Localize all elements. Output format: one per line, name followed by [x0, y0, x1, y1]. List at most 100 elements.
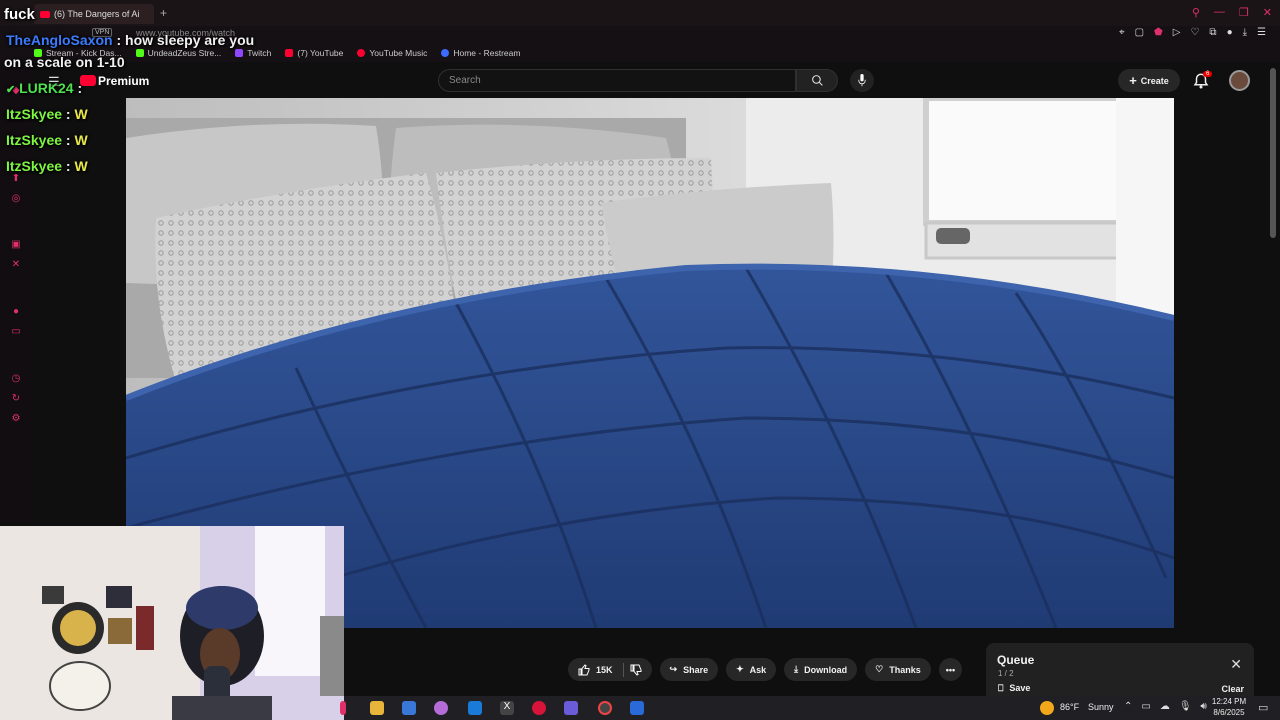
system-tray: ⌃ ▭ ☁ 🎙︎ 🔊︎	[1124, 701, 1207, 712]
taskbar-app-icon[interactable]	[340, 701, 346, 715]
voice-search-button[interactable]	[850, 69, 874, 92]
like-button[interactable]: 15K	[568, 658, 652, 681]
bookmark-favicon-icon	[441, 49, 450, 57]
bookmark-item[interactable]: (7) YouTube	[285, 48, 343, 58]
sparkle-icon: ✦	[736, 664, 744, 674]
queue-position: 1 / 2	[998, 669, 1014, 678]
youtube-logo-icon[interactable]	[80, 75, 96, 86]
restore-icon[interactable]: ❐	[1239, 6, 1249, 19]
clock-date[interactable]: 8/6/2025	[1204, 708, 1254, 717]
thanks-button[interactable]: ♡ Thanks	[865, 658, 931, 681]
create-button[interactable]: + Create	[1118, 69, 1180, 92]
more-icon: •••	[945, 664, 956, 675]
profile-icon[interactable]: ●	[1227, 27, 1233, 38]
close-queue-icon[interactable]: ✕	[1230, 656, 1242, 673]
microphone-icon	[858, 74, 866, 87]
like-count: 15K	[596, 664, 613, 675]
outlook-icon[interactable]	[468, 701, 482, 715]
chat-username: ItzSkyee	[6, 132, 63, 148]
thumbs-down-icon[interactable]	[630, 664, 642, 676]
minimize-icon[interactable]: —	[1214, 6, 1225, 19]
chat-message: ItzSkyee : W	[6, 158, 88, 174]
chevron-up-icon[interactable]: ⌃	[1124, 701, 1132, 712]
download-button[interactable]: ⤓ Download	[784, 658, 858, 681]
chat-username: ItzSkyee	[6, 106, 63, 122]
chat-emote: W	[74, 132, 88, 148]
notification-center-icon[interactable]: ▭	[1258, 701, 1268, 714]
ask-button[interactable]: ✦ Ask	[726, 658, 777, 681]
search-button[interactable]	[796, 69, 838, 92]
sidebar-window-icon[interactable]: ▭	[11, 327, 21, 337]
sidebar-sync-icon[interactable]: ↻	[11, 394, 21, 404]
onedrive-icon[interactable]: ☁	[1160, 701, 1170, 712]
new-tab-icon[interactable]: +	[160, 6, 167, 20]
app-icon[interactable]	[434, 701, 448, 715]
chat-username: TheAngloSaxon	[6, 32, 113, 48]
bookmark-item[interactable]: Twitch	[235, 48, 271, 58]
avatar[interactable]	[1229, 70, 1250, 91]
heart-icon[interactable]: ♡	[1190, 27, 1199, 38]
sidebar-twitch-icon[interactable]: ▣	[11, 240, 21, 250]
sidebar-history-icon[interactable]: ◷	[11, 374, 21, 384]
sun-weather-icon	[1040, 701, 1054, 715]
extensions-icon[interactable]: ⧉	[1209, 27, 1216, 38]
notification-count-badge: 6	[1203, 71, 1213, 77]
webcam-feed-image	[0, 526, 344, 720]
sidebar-record-icon[interactable]: ●	[11, 307, 21, 317]
file-explorer-icon[interactable]	[370, 701, 384, 715]
shield-icon[interactable]: ⬟	[1154, 27, 1163, 38]
sidebar-arrow-icon[interactable]: ⬆	[11, 174, 21, 184]
window-app-icon[interactable]	[630, 701, 644, 715]
opera-icon[interactable]	[532, 701, 546, 715]
discord-icon[interactable]	[564, 701, 578, 715]
bookmark-item[interactable]: UndeadZeus Stre...	[135, 48, 221, 58]
download-icon[interactable]: ⤓	[1243, 27, 1247, 38]
browser-tab[interactable]: (6) The Dangers of Ai	[34, 4, 154, 24]
x-app-icon[interactable]: X	[500, 701, 514, 715]
pin-icon[interactable]: ⌖	[1119, 27, 1125, 38]
page-scrollbar[interactable]	[1270, 68, 1276, 238]
chat-emote: W	[74, 106, 88, 122]
chat-username: ItzSkyee	[6, 158, 63, 174]
bookmark-favicon-icon	[235, 49, 244, 57]
search-icon	[811, 75, 823, 86]
bookmark-favicon-icon	[357, 49, 366, 57]
share-button[interactable]: ↪ Share	[659, 658, 719, 681]
more-actions-button[interactable]: •••	[938, 658, 963, 681]
mic-icon[interactable]: 🎙︎	[1179, 701, 1192, 712]
webcam-overlay	[0, 526, 344, 720]
chat-emote: W	[74, 158, 88, 174]
clock-time[interactable]: 12:24 PM	[1204, 697, 1254, 706]
close-window-icon[interactable]: ✕	[1263, 6, 1272, 19]
search-tabs-icon[interactable]: ⚲	[1192, 6, 1200, 19]
bookmark-item[interactable]: YouTube Music	[357, 48, 427, 58]
clear-queue-button[interactable]: Clear	[1221, 684, 1244, 694]
bookmark-item[interactable]: Home - Restream	[441, 48, 520, 58]
sidebar-x-icon[interactable]: ✕	[11, 260, 21, 270]
overlay-corner-text: fuck	[4, 6, 35, 23]
youtube-favicon-icon	[40, 10, 50, 18]
chat-message: ✔ LURK24 :	[6, 80, 83, 96]
browser-tab-bar	[0, 0, 1280, 26]
chat-message-continued: on a scale on 1-10	[4, 54, 125, 70]
network-icon[interactable]: ▭	[1141, 701, 1150, 712]
weather-condition[interactable]: Sunny	[1088, 702, 1114, 712]
obs-icon[interactable]	[598, 701, 612, 715]
bookmark-icon[interactable]: ▢	[1135, 27, 1144, 38]
sidebar-settings-icon[interactable]: ⚙	[11, 414, 21, 424]
search-input[interactable]: Search	[438, 69, 796, 92]
chat-message: TheAngloSaxon : how sleepy are you	[6, 32, 255, 48]
youtube-logo-text[interactable]: Premium	[98, 74, 149, 88]
chat-username: LURK24	[19, 80, 74, 96]
save-queue-button[interactable]: ⎕ Save	[998, 683, 1030, 694]
sidebar-instagram-icon[interactable]: ◎	[11, 194, 21, 204]
extensions-bar: ⌖ ▢ ⬟ ▷ ♡ ⧉ ● ⤓ ☰	[1119, 27, 1266, 38]
divider	[622, 662, 624, 677]
store-icon[interactable]	[402, 701, 416, 715]
weather-temp[interactable]: 86°F	[1060, 702, 1079, 712]
menu-icon[interactable]: ☰	[1257, 27, 1266, 38]
tab-title: (6) The Dangers of Ai	[54, 9, 140, 19]
thumbs-up-icon	[578, 663, 590, 675]
play-icon[interactable]: ▷	[1173, 27, 1181, 38]
download-arrow-icon: ⤓	[794, 664, 799, 674]
